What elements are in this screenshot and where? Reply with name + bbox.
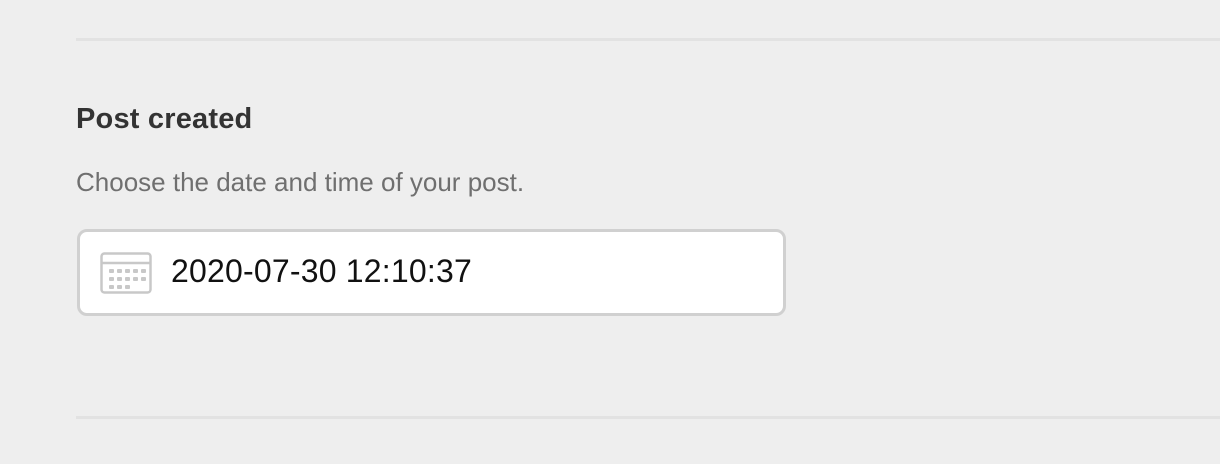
calendar-icon — [100, 252, 152, 294]
settings-page: Post created Choose the date and time of… — [0, 0, 1220, 464]
section-divider-top — [76, 38, 1220, 41]
date-time-input[interactable] — [171, 251, 731, 291]
section-description: Choose the date and time of your post. — [76, 167, 525, 197]
section-title: Post created — [76, 103, 253, 135]
section-divider-bottom — [76, 416, 1220, 419]
post-date-field[interactable] — [77, 229, 786, 316]
